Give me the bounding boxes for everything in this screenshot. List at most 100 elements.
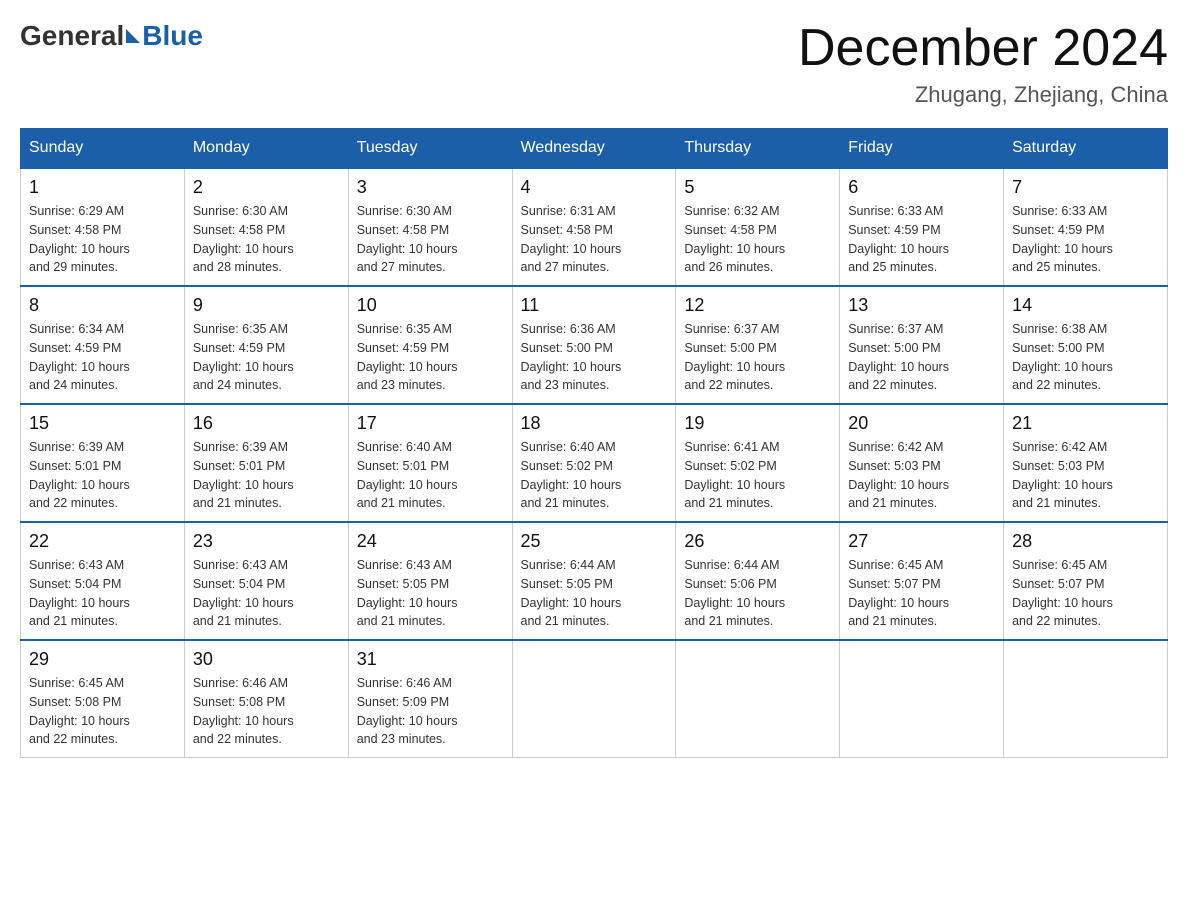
day-number: 18: [521, 413, 668, 434]
day-info: Sunrise: 6:37 AM Sunset: 5:00 PM Dayligh…: [848, 320, 995, 395]
day-number: 11: [521, 295, 668, 316]
day-number: 27: [848, 531, 995, 552]
calendar-cell: 10 Sunrise: 6:35 AM Sunset: 4:59 PM Dayl…: [348, 286, 512, 404]
col-thursday: Thursday: [676, 129, 840, 169]
logo: General Blue: [20, 20, 203, 52]
day-number: 23: [193, 531, 340, 552]
calendar-cell: 9 Sunrise: 6:35 AM Sunset: 4:59 PM Dayli…: [184, 286, 348, 404]
calendar-header-row: Sunday Monday Tuesday Wednesday Thursday…: [21, 129, 1168, 169]
day-info: Sunrise: 6:44 AM Sunset: 5:05 PM Dayligh…: [521, 556, 668, 631]
calendar-cell: 21 Sunrise: 6:42 AM Sunset: 5:03 PM Dayl…: [1004, 404, 1168, 522]
day-info: Sunrise: 6:41 AM Sunset: 5:02 PM Dayligh…: [684, 438, 831, 513]
calendar-cell: 4 Sunrise: 6:31 AM Sunset: 4:58 PM Dayli…: [512, 168, 676, 286]
col-tuesday: Tuesday: [348, 129, 512, 169]
day-info: Sunrise: 6:45 AM Sunset: 5:08 PM Dayligh…: [29, 674, 176, 749]
day-number: 24: [357, 531, 504, 552]
day-number: 19: [684, 413, 831, 434]
calendar-cell: 3 Sunrise: 6:30 AM Sunset: 4:58 PM Dayli…: [348, 168, 512, 286]
day-info: Sunrise: 6:33 AM Sunset: 4:59 PM Dayligh…: [848, 202, 995, 277]
day-number: 31: [357, 649, 504, 670]
day-info: Sunrise: 6:40 AM Sunset: 5:02 PM Dayligh…: [521, 438, 668, 513]
day-info: Sunrise: 6:42 AM Sunset: 5:03 PM Dayligh…: [848, 438, 995, 513]
week-row-2: 8 Sunrise: 6:34 AM Sunset: 4:59 PM Dayli…: [21, 286, 1168, 404]
calendar-cell: 2 Sunrise: 6:30 AM Sunset: 4:58 PM Dayli…: [184, 168, 348, 286]
calendar-cell: 17 Sunrise: 6:40 AM Sunset: 5:01 PM Dayl…: [348, 404, 512, 522]
week-row-4: 22 Sunrise: 6:43 AM Sunset: 5:04 PM Dayl…: [21, 522, 1168, 640]
day-number: 25: [521, 531, 668, 552]
calendar-cell: 1 Sunrise: 6:29 AM Sunset: 4:58 PM Dayli…: [21, 168, 185, 286]
calendar-cell: 7 Sunrise: 6:33 AM Sunset: 4:59 PM Dayli…: [1004, 168, 1168, 286]
week-row-3: 15 Sunrise: 6:39 AM Sunset: 5:01 PM Dayl…: [21, 404, 1168, 522]
logo-arrow-icon: [126, 29, 140, 43]
day-info: Sunrise: 6:45 AM Sunset: 5:07 PM Dayligh…: [848, 556, 995, 631]
day-info: Sunrise: 6:46 AM Sunset: 5:08 PM Dayligh…: [193, 674, 340, 749]
day-number: 7: [1012, 177, 1159, 198]
calendar-cell: 26 Sunrise: 6:44 AM Sunset: 5:06 PM Dayl…: [676, 522, 840, 640]
day-number: 2: [193, 177, 340, 198]
calendar-cell: [840, 640, 1004, 758]
calendar-cell: 8 Sunrise: 6:34 AM Sunset: 4:59 PM Dayli…: [21, 286, 185, 404]
calendar-cell: 16 Sunrise: 6:39 AM Sunset: 5:01 PM Dayl…: [184, 404, 348, 522]
col-sunday: Sunday: [21, 129, 185, 169]
day-info: Sunrise: 6:33 AM Sunset: 4:59 PM Dayligh…: [1012, 202, 1159, 277]
logo-general-text: General: [20, 20, 124, 52]
calendar-cell: 29 Sunrise: 6:45 AM Sunset: 5:08 PM Dayl…: [21, 640, 185, 758]
calendar-cell: 27 Sunrise: 6:45 AM Sunset: 5:07 PM Dayl…: [840, 522, 1004, 640]
day-info: Sunrise: 6:30 AM Sunset: 4:58 PM Dayligh…: [357, 202, 504, 277]
day-number: 1: [29, 177, 176, 198]
calendar-cell: 19 Sunrise: 6:41 AM Sunset: 5:02 PM Dayl…: [676, 404, 840, 522]
day-info: Sunrise: 6:30 AM Sunset: 4:58 PM Dayligh…: [193, 202, 340, 277]
day-info: Sunrise: 6:39 AM Sunset: 5:01 PM Dayligh…: [29, 438, 176, 513]
day-info: Sunrise: 6:45 AM Sunset: 5:07 PM Dayligh…: [1012, 556, 1159, 631]
calendar-cell: 12 Sunrise: 6:37 AM Sunset: 5:00 PM Dayl…: [676, 286, 840, 404]
day-info: Sunrise: 6:36 AM Sunset: 5:00 PM Dayligh…: [521, 320, 668, 395]
calendar-cell: 23 Sunrise: 6:43 AM Sunset: 5:04 PM Dayl…: [184, 522, 348, 640]
month-title: December 2024: [798, 20, 1168, 77]
calendar-cell: 31 Sunrise: 6:46 AM Sunset: 5:09 PM Dayl…: [348, 640, 512, 758]
day-number: 3: [357, 177, 504, 198]
calendar-cell: 11 Sunrise: 6:36 AM Sunset: 5:00 PM Dayl…: [512, 286, 676, 404]
col-friday: Friday: [840, 129, 1004, 169]
day-number: 9: [193, 295, 340, 316]
day-info: Sunrise: 6:43 AM Sunset: 5:05 PM Dayligh…: [357, 556, 504, 631]
day-info: Sunrise: 6:39 AM Sunset: 5:01 PM Dayligh…: [193, 438, 340, 513]
day-info: Sunrise: 6:32 AM Sunset: 4:58 PM Dayligh…: [684, 202, 831, 277]
calendar-cell: [512, 640, 676, 758]
day-number: 21: [1012, 413, 1159, 434]
calendar-cell: 15 Sunrise: 6:39 AM Sunset: 5:01 PM Dayl…: [21, 404, 185, 522]
calendar-cell: 30 Sunrise: 6:46 AM Sunset: 5:08 PM Dayl…: [184, 640, 348, 758]
day-info: Sunrise: 6:31 AM Sunset: 4:58 PM Dayligh…: [521, 202, 668, 277]
day-info: Sunrise: 6:35 AM Sunset: 4:59 PM Dayligh…: [193, 320, 340, 395]
day-number: 29: [29, 649, 176, 670]
calendar-cell: 24 Sunrise: 6:43 AM Sunset: 5:05 PM Dayl…: [348, 522, 512, 640]
calendar-cell: [1004, 640, 1168, 758]
calendar-cell: 13 Sunrise: 6:37 AM Sunset: 5:00 PM Dayl…: [840, 286, 1004, 404]
col-monday: Monday: [184, 129, 348, 169]
day-number: 4: [521, 177, 668, 198]
day-info: Sunrise: 6:46 AM Sunset: 5:09 PM Dayligh…: [357, 674, 504, 749]
calendar-cell: 14 Sunrise: 6:38 AM Sunset: 5:00 PM Dayl…: [1004, 286, 1168, 404]
calendar-cell: 6 Sunrise: 6:33 AM Sunset: 4:59 PM Dayli…: [840, 168, 1004, 286]
day-info: Sunrise: 6:38 AM Sunset: 5:00 PM Dayligh…: [1012, 320, 1159, 395]
day-number: 20: [848, 413, 995, 434]
day-info: Sunrise: 6:37 AM Sunset: 5:00 PM Dayligh…: [684, 320, 831, 395]
day-number: 8: [29, 295, 176, 316]
day-number: 6: [848, 177, 995, 198]
week-row-1: 1 Sunrise: 6:29 AM Sunset: 4:58 PM Dayli…: [21, 168, 1168, 286]
day-info: Sunrise: 6:44 AM Sunset: 5:06 PM Dayligh…: [684, 556, 831, 631]
day-number: 26: [684, 531, 831, 552]
logo-blue-text: Blue: [142, 20, 203, 52]
day-number: 10: [357, 295, 504, 316]
day-info: Sunrise: 6:29 AM Sunset: 4:58 PM Dayligh…: [29, 202, 176, 277]
day-info: Sunrise: 6:43 AM Sunset: 5:04 PM Dayligh…: [193, 556, 340, 631]
day-number: 22: [29, 531, 176, 552]
day-number: 5: [684, 177, 831, 198]
day-number: 13: [848, 295, 995, 316]
calendar-table: Sunday Monday Tuesday Wednesday Thursday…: [20, 128, 1168, 758]
day-number: 28: [1012, 531, 1159, 552]
day-number: 30: [193, 649, 340, 670]
day-number: 16: [193, 413, 340, 434]
calendar-cell: 22 Sunrise: 6:43 AM Sunset: 5:04 PM Dayl…: [21, 522, 185, 640]
day-info: Sunrise: 6:35 AM Sunset: 4:59 PM Dayligh…: [357, 320, 504, 395]
location-subtitle: Zhugang, Zhejiang, China: [798, 82, 1168, 108]
